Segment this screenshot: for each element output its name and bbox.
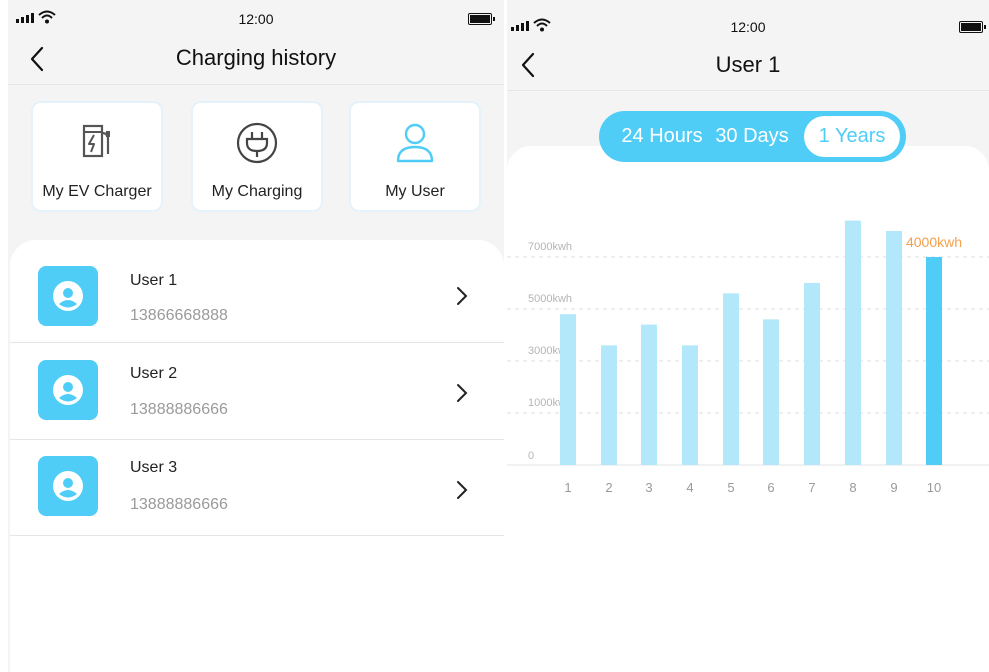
nav-bar: User 1: [507, 40, 989, 91]
user-name: User 3: [130, 459, 178, 476]
chart-bar: [845, 220, 861, 465]
highlight-value-label: 4000kwh: [906, 234, 962, 250]
user-avatar-icon: [53, 375, 83, 405]
x-tick-label: 5: [727, 480, 734, 495]
user-avatar-icon: [53, 281, 83, 311]
chevron-right-icon: [457, 481, 468, 499]
y-tick-label: 0: [528, 450, 534, 462]
consumption-bar-chart: 01000kwh3000kwh5000kwh7000kwh1 2 3 4 5 6 7 8 9 10…: [507, 220, 989, 495]
user-avatar-icon: [53, 471, 83, 501]
user-phone: 13866668888: [130, 307, 228, 324]
user-name: User 2: [130, 365, 178, 382]
user-detail-screen: 12:00 User 1 0 1000kwh 3000kwh 5000kwh 7000k…: [507, 0, 989, 648]
user-phone: 13888886666: [130, 401, 228, 418]
chart-bar: [682, 345, 698, 465]
status-bar: 12:00: [8, 0, 504, 36]
chart-bar: [560, 314, 576, 465]
user-list: User 1 13866668888 User 2 13888886666 Us…: [10, 240, 504, 672]
chart-bar: [723, 293, 739, 465]
user-row-1[interactable]: User 1 13866668888: [10, 246, 504, 343]
avatar: [38, 360, 98, 420]
status-time: 12:00: [238, 11, 274, 27]
x-tick-label: 2: [605, 480, 612, 495]
tab-1-years[interactable]: 1 Years: [804, 116, 900, 157]
chart-bar: [763, 319, 779, 465]
avatar: [38, 456, 98, 516]
battery-icon: [959, 21, 986, 33]
nav-bar: Charging history: [8, 34, 504, 85]
chart-bar: [926, 257, 942, 465]
charging-history-screen: 12:00 Charging history My EV Charger My …: [8, 0, 504, 672]
avatar: [38, 266, 98, 326]
x-tick-label: 7: [808, 480, 815, 495]
user-name: User 1: [130, 272, 178, 289]
y-tick-label: 5000kwh: [528, 293, 572, 305]
battery-icon: [468, 13, 495, 25]
chart-bar: [804, 283, 820, 465]
x-tick-label: 3: [645, 480, 652, 495]
chevron-right-icon: [457, 384, 468, 402]
ev-charger-icon: [82, 124, 110, 158]
shortcut-label: My EV Charger: [42, 183, 152, 200]
x-tick-label: 8: [849, 480, 856, 495]
my-user-button[interactable]: My User: [349, 101, 481, 212]
user-row-2[interactable]: User 2 13888886666: [10, 343, 504, 440]
x-tick-label: 1: [564, 480, 571, 495]
chevron-right-icon: [457, 287, 468, 305]
time-range-tabs: 24 Hours 30 Days 1 Years: [599, 111, 906, 162]
chart-bar: [601, 345, 617, 465]
status-bar: 12:00: [507, 0, 989, 36]
page-title: User 1: [715, 52, 781, 77]
y-tick-label: 7000kwh: [528, 241, 572, 253]
x-tick-label: 9: [890, 480, 897, 495]
chart-bar: [641, 324, 657, 465]
tab-24-hours[interactable]: 24 Hours: [607, 111, 717, 162]
user-phone: 13888886666: [130, 496, 228, 513]
shortcut-label: My Charging: [211, 183, 303, 200]
x-tick-label: 6: [767, 480, 774, 495]
my-charging-button[interactable]: My Charging: [191, 101, 323, 212]
chart-bar: [886, 231, 902, 465]
my-ev-charger-button[interactable]: My EV Charger: [31, 101, 163, 212]
x-tick-label: 4: [686, 480, 693, 495]
status-time: 12:00: [730, 19, 766, 35]
page-title: Charging history: [175, 45, 337, 70]
plug-icon: [236, 122, 278, 164]
user-row-3[interactable]: User 3 13888886666: [10, 439, 504, 536]
x-tick-label: 10: [927, 480, 941, 495]
user-icon: [396, 123, 434, 163]
chart-card: 0 1000kwh 3000kwh 5000kwh 7000kwh 1 2 3 4 5 6 7 8 9 10…: [507, 146, 989, 648]
shortcut-label: My User: [385, 183, 445, 200]
tab-30-days[interactable]: 30 Days: [711, 111, 793, 162]
